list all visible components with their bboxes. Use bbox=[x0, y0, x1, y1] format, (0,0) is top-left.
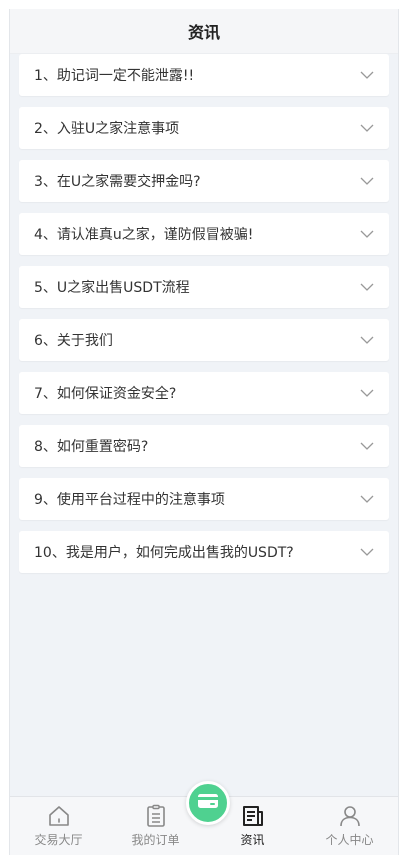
news-icon bbox=[241, 804, 265, 828]
news-item-label: 7、如何保证资金安全? bbox=[34, 386, 177, 402]
chevron-down-icon bbox=[359, 226, 375, 242]
tab-trading-hall[interactable]: 交易大厅 bbox=[10, 797, 107, 855]
tab-label: 资讯 bbox=[240, 833, 265, 847]
tab-label: 我的订单 bbox=[131, 833, 180, 847]
tab-label: 个人中心 bbox=[325, 833, 374, 847]
news-item-label: 6、关于我们 bbox=[34, 333, 113, 349]
chevron-down-icon bbox=[359, 120, 375, 136]
news-item-8[interactable]: 8、如何重置密码? bbox=[19, 425, 389, 467]
clipboard-icon bbox=[144, 804, 168, 828]
news-item-label: 10、我是用户，如何完成出售我的USDT? bbox=[34, 545, 294, 561]
news-item-9[interactable]: 9、使用平台过程中的注意事项 bbox=[19, 478, 389, 520]
news-item-4[interactable]: 4、请认准真u之家，谨防假冒被骗! bbox=[19, 213, 389, 255]
app-screen: 资讯 1、助记词一定不能泄露!! 2、入驻U之家注意事项 3、在U之家需要交押金… bbox=[9, 9, 399, 855]
news-item-label: 3、在U之家需要交押金吗? bbox=[34, 174, 201, 190]
news-item-7[interactable]: 7、如何保证资金安全? bbox=[19, 372, 389, 414]
chevron-down-icon bbox=[359, 544, 375, 560]
news-item-5[interactable]: 5、U之家出售USDT流程 bbox=[19, 266, 389, 308]
news-item-3[interactable]: 3、在U之家需要交押金吗? bbox=[19, 160, 389, 202]
news-item-label: 9、使用平台过程中的注意事项 bbox=[34, 492, 225, 508]
chevron-down-icon bbox=[359, 491, 375, 507]
center-wallet-button[interactable] bbox=[186, 781, 230, 825]
chevron-down-icon bbox=[359, 332, 375, 348]
news-item-label: 1、助记词一定不能泄露!! bbox=[34, 68, 195, 84]
tab-profile[interactable]: 个人中心 bbox=[301, 797, 398, 855]
top-bar: 资讯 bbox=[10, 9, 398, 54]
page-title: 资讯 bbox=[187, 23, 220, 42]
news-item-2[interactable]: 2、入驻U之家注意事项 bbox=[19, 107, 389, 149]
news-item-label: 2、入驻U之家注意事项 bbox=[34, 121, 180, 137]
tab-label: 交易大厅 bbox=[34, 833, 83, 847]
chevron-down-icon bbox=[359, 438, 375, 454]
news-item-label: 5、U之家出售USDT流程 bbox=[34, 280, 190, 296]
wallet-card-icon bbox=[197, 793, 219, 813]
news-item-6[interactable]: 6、关于我们 bbox=[19, 319, 389, 361]
chevron-down-icon bbox=[359, 173, 375, 189]
chevron-down-icon bbox=[359, 279, 375, 295]
news-item-label: 4、请认准真u之家，谨防假冒被骗! bbox=[34, 227, 254, 243]
news-item-label: 8、如何重置密码? bbox=[34, 439, 149, 455]
news-item-10[interactable]: 10、我是用户，如何完成出售我的USDT? bbox=[19, 531, 389, 573]
user-icon bbox=[338, 804, 362, 828]
news-item-1[interactable]: 1、助记词一定不能泄露!! bbox=[19, 54, 389, 96]
chevron-down-icon bbox=[359, 385, 375, 401]
bottom-tab-bar: 交易大厅 我的订单 资讯 个人中心 bbox=[10, 781, 398, 855]
chevron-down-icon bbox=[359, 67, 375, 83]
home-icon bbox=[47, 804, 71, 828]
news-list: 1、助记词一定不能泄露!! 2、入驻U之家注意事项 3、在U之家需要交押金吗? … bbox=[19, 54, 389, 584]
